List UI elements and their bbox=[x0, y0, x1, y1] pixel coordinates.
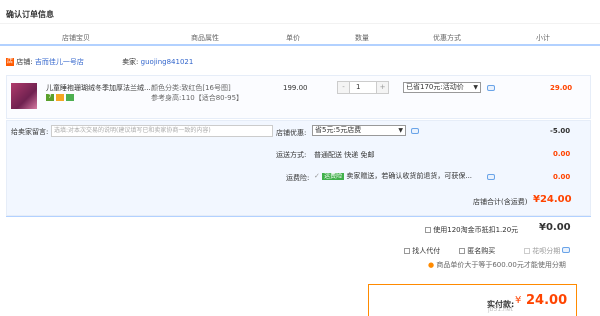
column-header: 商品属性 bbox=[191, 34, 219, 42]
seller-message-input[interactable]: 选填:对本次交易的说明(建议填写已和卖家协商一致的内容) bbox=[51, 125, 273, 137]
item-name-link[interactable]: 儿童睡袍珊瑚绒冬季加厚法兰绒... bbox=[46, 83, 154, 93]
insurance-label: 运费险: bbox=[286, 174, 310, 182]
seller-link[interactable]: guojing841021 bbox=[141, 58, 194, 66]
item-subtotal: 29.00 bbox=[550, 84, 573, 92]
store-total-amount: ¥24.00 bbox=[533, 194, 572, 205]
pay-for-other-label: 找人代付 bbox=[412, 247, 441, 255]
column-header: 店铺宝贝 bbox=[62, 34, 90, 42]
huabei-option: 花呗分期 bbox=[524, 246, 571, 256]
coins-label: 使用120淘金币抵扣1.20元 bbox=[433, 226, 519, 234]
item-row bbox=[6, 75, 591, 119]
shipping-amount: 0.00 bbox=[553, 150, 571, 158]
item-height-attr: 参考身高:110【适合80-95】 bbox=[151, 93, 243, 103]
pay-currency: ¥ bbox=[515, 295, 522, 306]
coins-amount: ¥0.00 bbox=[539, 222, 571, 233]
insurance-amount: 0.00 bbox=[553, 173, 571, 181]
pay-for-other-checkbox[interactable] bbox=[404, 248, 410, 254]
height-label: 参考身高: bbox=[151, 94, 182, 102]
column-header: 小计 bbox=[536, 34, 550, 42]
color-label: 颜色分类: bbox=[151, 84, 182, 92]
seven-day-return-icon: 7 bbox=[46, 94, 54, 101]
credit-card-icon bbox=[56, 94, 64, 101]
shop-icon: 店 bbox=[6, 58, 14, 66]
anonymous-option: 匿名购买 bbox=[459, 246, 495, 256]
discount-info-icon[interactable] bbox=[411, 128, 419, 134]
installment-note: ● 商品单价大于等于600.00元才能使用分期 bbox=[428, 260, 566, 270]
insurance-row: ✓ 运费险 卖家赠送，若确认收货前退货，可获保... bbox=[314, 171, 484, 181]
divider bbox=[6, 216, 591, 217]
decrease-button[interactable]: - bbox=[338, 82, 350, 93]
huabei-info-icon[interactable] bbox=[562, 247, 571, 253]
color-value: 致红色[16号图] bbox=[181, 84, 231, 92]
coins-row: 使用120淘金币抵扣1.20元 bbox=[425, 225, 518, 235]
store-total-label: 店铺合计(含运费) bbox=[473, 198, 528, 206]
checked-icon: ✓ bbox=[314, 172, 320, 180]
message-label: 给卖家留言: bbox=[11, 128, 49, 136]
store-discount-select[interactable]: 省5元:5元店费 ▼ bbox=[312, 125, 406, 136]
payment-summary: 实付款: ¥ 24.00 bbox=[368, 284, 577, 316]
anonymous-checkbox[interactable] bbox=[459, 248, 465, 254]
store-discount-amount: -5.00 bbox=[550, 127, 571, 135]
watermark: jb51.net bbox=[488, 306, 513, 313]
increase-button[interactable]: + bbox=[376, 82, 388, 93]
coins-checkbox[interactable] bbox=[425, 227, 431, 233]
insurance-badge: 运费险 bbox=[322, 173, 345, 180]
huabei-checkbox[interactable] bbox=[524, 248, 530, 254]
quantity-stepper: - 1 + bbox=[337, 81, 389, 94]
table-header: 店铺宝贝 商品属性 单价 数量 优惠方式 小计 bbox=[0, 30, 600, 46]
store-discount-label: 店铺优惠: bbox=[276, 129, 307, 137]
insurance-info-icon[interactable] bbox=[487, 174, 495, 180]
location-pin-icon: ● bbox=[428, 261, 435, 269]
shipping-value: 普通配送 快递 免邮 bbox=[314, 151, 375, 159]
insurance-text: 卖家赠送，若确认收货前退货，可获保... bbox=[346, 172, 473, 180]
anonymous-label: 匿名购买 bbox=[467, 247, 496, 255]
installment-note-text: 商品单价大于等于600.00元才能使用分期 bbox=[436, 261, 566, 269]
seller-label: 卖家: bbox=[122, 58, 139, 66]
pay-for-other-option: 找人代付 bbox=[404, 246, 440, 256]
dropdown-arrow-icon: ▼ bbox=[398, 127, 403, 134]
promo-info-icon[interactable] bbox=[487, 85, 495, 91]
item-color-attr: 颜色分类:致红色[16号图] bbox=[151, 83, 231, 93]
huabei-label: 花呗分期 bbox=[532, 247, 561, 255]
shop-label: 店铺: bbox=[16, 58, 33, 66]
column-header: 单价 bbox=[286, 34, 300, 42]
shop-row: 店 店铺: 吉而佳儿一号店 卖家: guojing841021 bbox=[6, 57, 193, 71]
divider bbox=[0, 23, 600, 24]
pay-amount: 24.00 bbox=[526, 293, 568, 308]
column-header: 数量 bbox=[355, 34, 369, 42]
service-tags: 7 bbox=[46, 94, 76, 102]
item-thumbnail[interactable] bbox=[11, 83, 37, 109]
quantity-input[interactable]: 1 bbox=[356, 83, 360, 91]
dropdown-arrow-icon: ▼ bbox=[473, 84, 478, 91]
guarantee-icon bbox=[66, 94, 74, 101]
shipping-label: 运送方式: bbox=[276, 151, 307, 159]
height-value: 110【适合80-95】 bbox=[181, 94, 244, 102]
store-discount-value: 省5元:5元店费 bbox=[315, 126, 362, 134]
promo-select[interactable]: 已省170元:活动价 ▼ bbox=[403, 82, 481, 93]
page-title: 确认订单信息 bbox=[6, 10, 54, 19]
promo-value: 已省170元:活动价 bbox=[406, 83, 464, 91]
shop-name-link[interactable]: 吉而佳儿一号店 bbox=[35, 58, 84, 66]
column-header: 优惠方式 bbox=[433, 34, 461, 42]
unit-price: 199.00 bbox=[283, 84, 308, 92]
